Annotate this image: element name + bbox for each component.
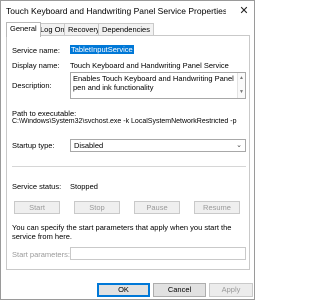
path-label: Path to executable: bbox=[12, 109, 77, 118]
description-label: Description: bbox=[12, 81, 52, 90]
start-button[interactable]: Start bbox=[14, 201, 60, 214]
ok-button[interactable]: OK bbox=[97, 283, 150, 297]
display-name-label: Display name: bbox=[12, 61, 60, 70]
cancel-button[interactable]: Cancel bbox=[153, 283, 206, 297]
separator bbox=[12, 166, 246, 167]
apply-button[interactable]: Apply bbox=[209, 283, 253, 297]
startup-type-value: Disabled bbox=[74, 141, 104, 150]
scroll-down-icon[interactable]: ▼ bbox=[239, 88, 244, 97]
scroll-up-icon[interactable]: ▲ bbox=[239, 74, 244, 83]
resume-button[interactable]: Resume bbox=[194, 201, 240, 214]
start-params-info: You can specify the start parameters tha… bbox=[12, 223, 232, 241]
chevron-down-icon: ⌄ bbox=[236, 142, 242, 149]
general-panel: Service name: TabletInputService Display… bbox=[6, 35, 250, 270]
startup-type-label: Startup type: bbox=[12, 141, 55, 150]
tab-general[interactable]: General bbox=[6, 22, 41, 37]
window-title: Touch Keyboard and Handwriting Panel Ser… bbox=[6, 6, 226, 16]
stop-button[interactable]: Stop bbox=[74, 201, 120, 214]
path-value: C:\Windows\System32\svchost.exe -k Local… bbox=[12, 118, 237, 125]
service-status-label: Service status: bbox=[12, 182, 62, 191]
start-params-input[interactable] bbox=[70, 247, 246, 260]
service-name-label: Service name: bbox=[12, 46, 60, 55]
display-name-value: Touch Keyboard and Handwriting Panel Ser… bbox=[70, 61, 229, 70]
title-bar[interactable]: Touch Keyboard and Handwriting Panel Ser… bbox=[1, 1, 254, 21]
start-params-label: Start parameters: bbox=[12, 250, 70, 259]
properties-dialog: Touch Keyboard and Handwriting Panel Ser… bbox=[0, 0, 255, 300]
service-name-value[interactable]: TabletInputService bbox=[70, 45, 134, 54]
description-text: Enables Touch Keyboard and Handwriting P… bbox=[73, 74, 234, 92]
close-icon[interactable]: ✕ bbox=[236, 4, 252, 18]
pause-button[interactable]: Pause bbox=[134, 201, 180, 214]
description-box[interactable]: Enables Touch Keyboard and Handwriting P… bbox=[70, 72, 246, 99]
service-status-value: Stopped bbox=[70, 182, 98, 191]
startup-type-select[interactable]: Disabled ⌄ bbox=[70, 139, 246, 152]
description-scrollbar[interactable]: ▲ ▼ bbox=[237, 73, 245, 98]
